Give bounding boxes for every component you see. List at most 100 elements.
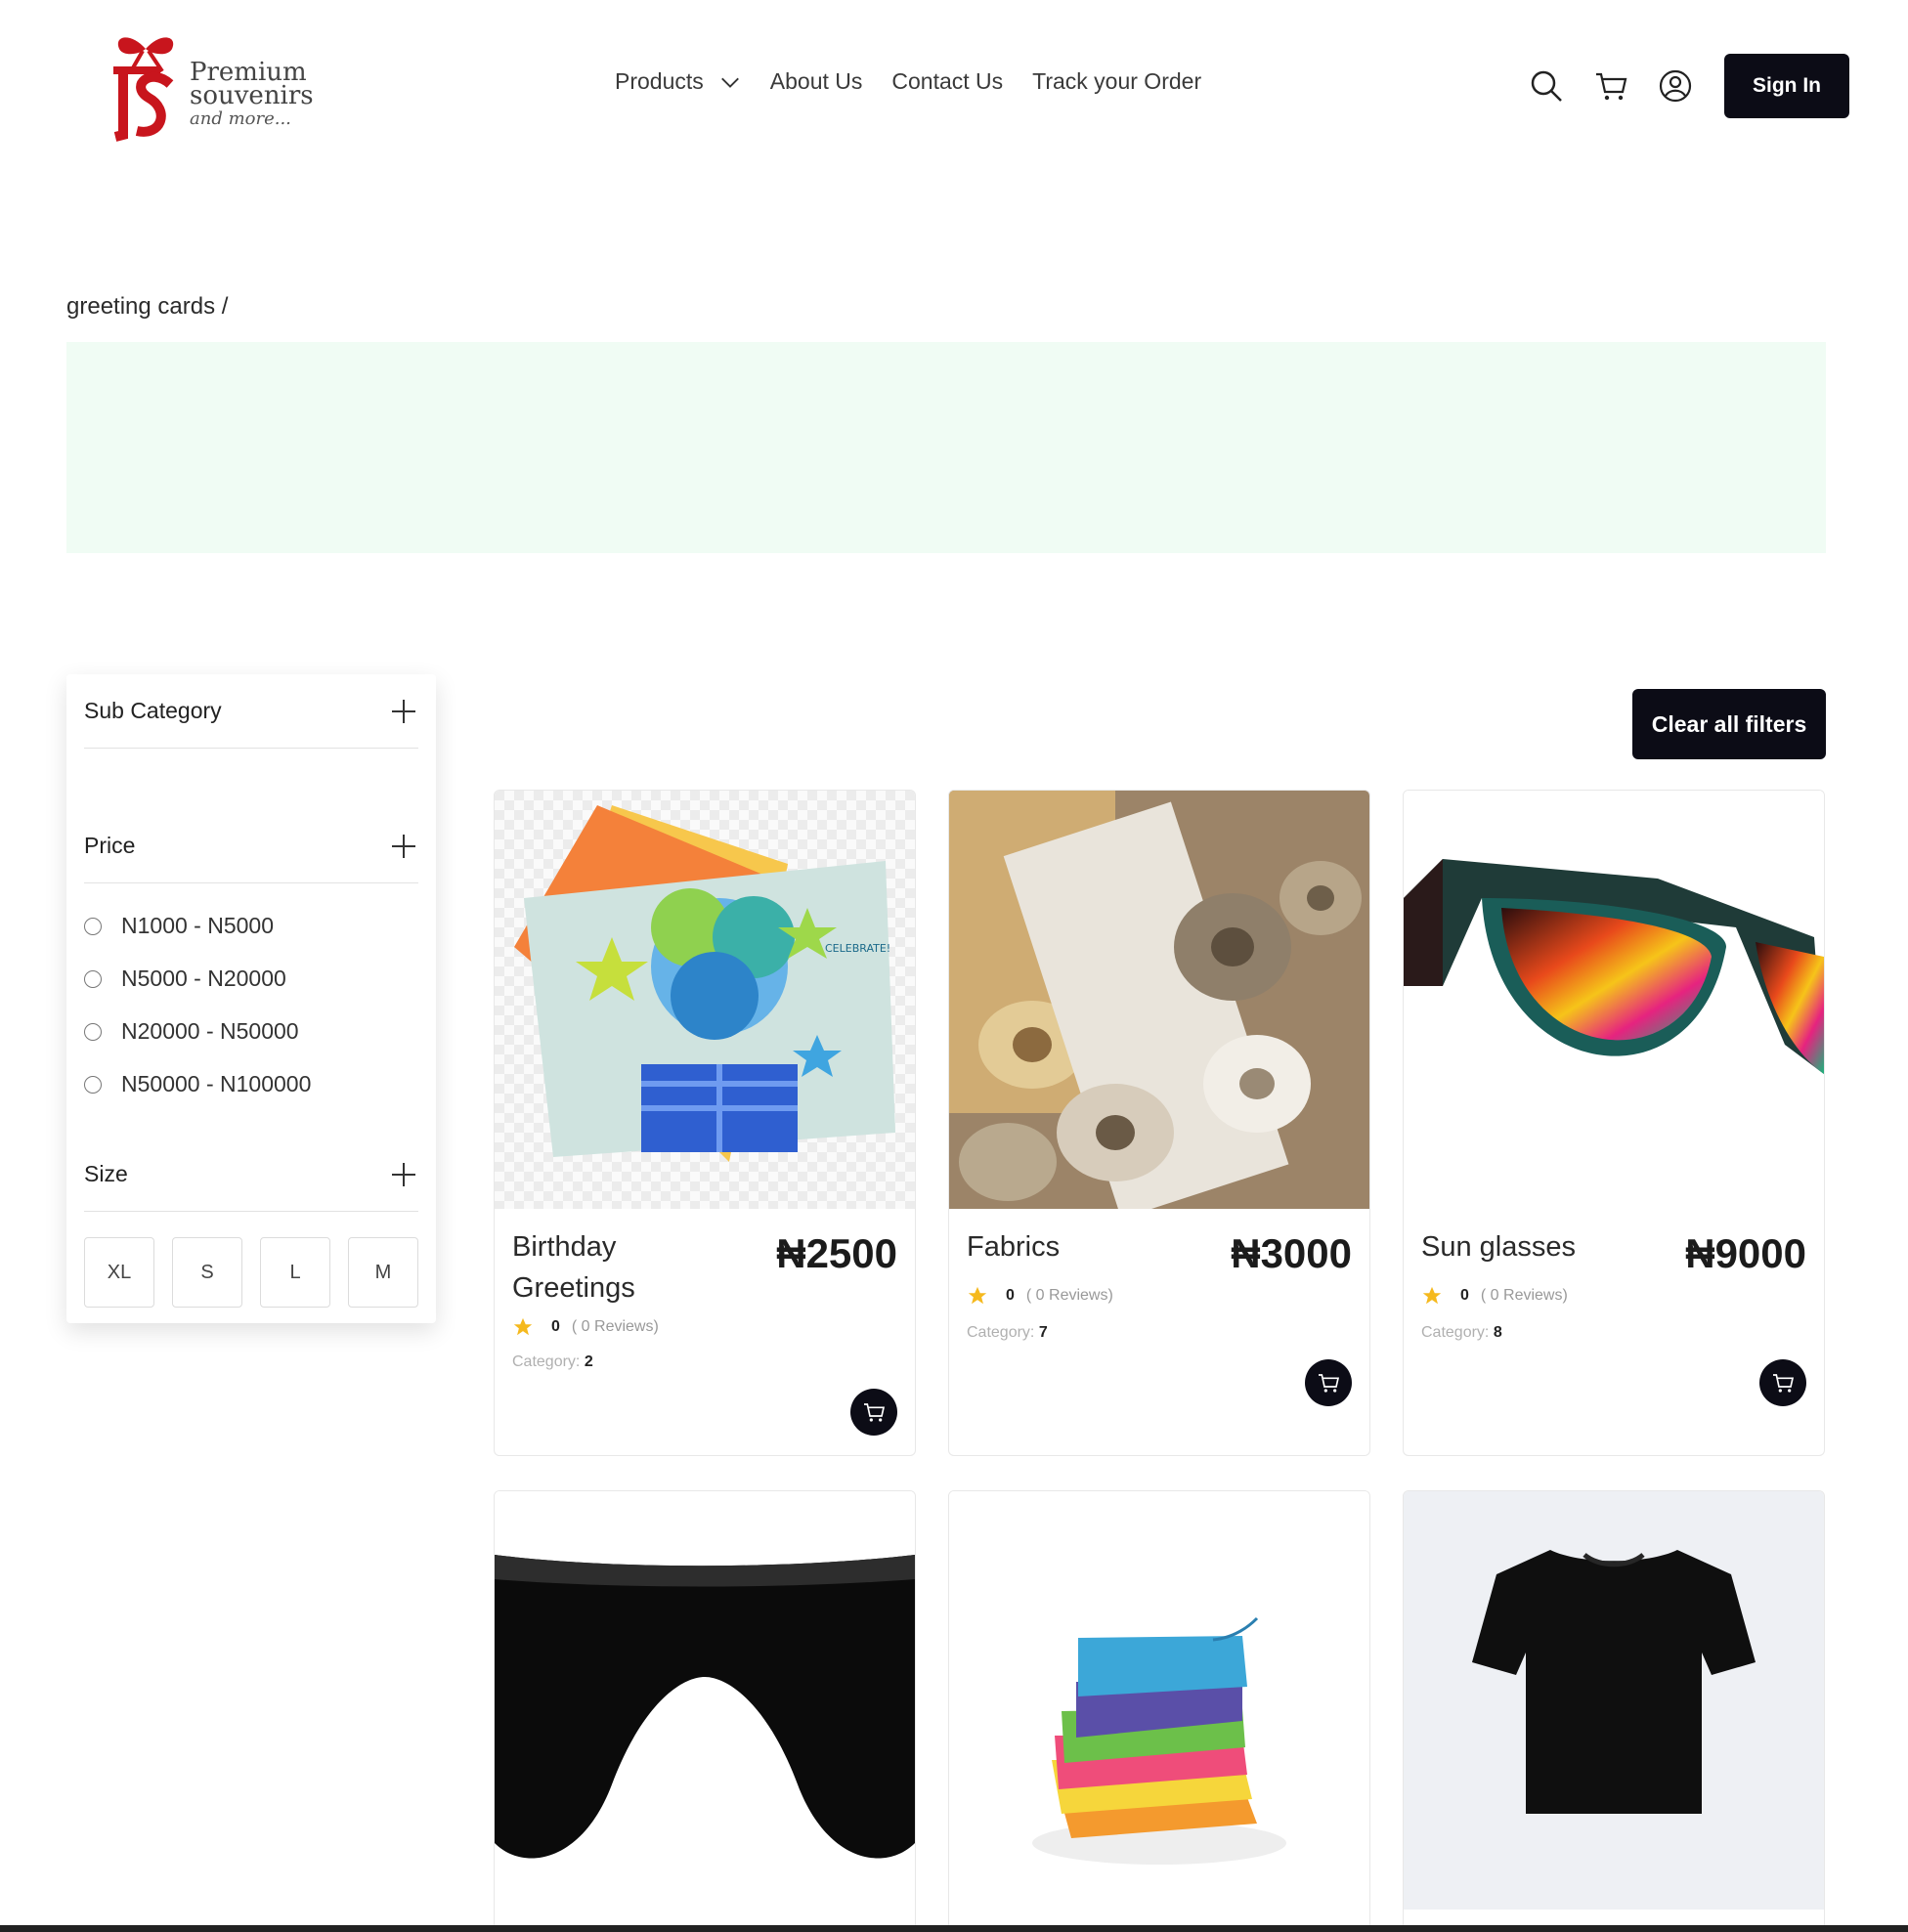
sunglasses-image — [1404, 791, 1824, 1209]
product-price: ₦3000 — [1231, 1230, 1352, 1276]
price-option-label: N1000 - N5000 — [121, 913, 274, 938]
sticky-notes-image — [949, 1491, 1369, 1910]
plus-icon[interactable] — [389, 832, 418, 861]
gift-logo-icon — [113, 37, 174, 142]
rating-value: 0 — [551, 1318, 560, 1335]
chevron-down-icon — [720, 77, 739, 88]
filter-size-header[interactable]: Size — [84, 1138, 418, 1212]
product-image[interactable]: CELEBRATE! — [495, 791, 915, 1209]
product-name[interactable]: Sun glasses — [1421, 1226, 1636, 1267]
nav-about-label: About Us — [769, 68, 863, 94]
rating-value: 0 — [1006, 1287, 1015, 1304]
filter-sidebar: Sub Category Price N1000 - N5000 N5000 -… — [66, 674, 436, 1323]
nav-item-products[interactable]: Products — [615, 68, 741, 95]
star-icon — [1422, 1286, 1442, 1305]
cart-icon — [1773, 1374, 1795, 1393]
search-icon[interactable] — [1529, 68, 1564, 104]
filter-price-label: Price — [84, 833, 136, 858]
radio-button[interactable] — [84, 969, 102, 988]
product-category: Category: 7 — [967, 1324, 1048, 1342]
user-account-icon[interactable] — [1658, 68, 1693, 104]
product-card[interactable] — [494, 1490, 916, 1932]
price-option-1[interactable]: N1000 - N5000 — [84, 913, 274, 939]
radio-button[interactable] — [84, 917, 102, 935]
plus-icon[interactable] — [389, 1160, 418, 1189]
size-option-s[interactable]: S — [172, 1237, 242, 1308]
product-image[interactable] — [495, 1491, 915, 1910]
product-category: Category: 8 — [1421, 1324, 1502, 1342]
sign-in-button[interactable]: Sign In — [1724, 54, 1849, 118]
product-name[interactable]: Birthday Greetings — [512, 1226, 727, 1309]
filter-sub-category-header[interactable]: Sub Category — [84, 674, 418, 749]
star-icon — [513, 1317, 533, 1336]
rating-value: 0 — [1460, 1287, 1469, 1304]
product-name[interactable]: Fabrics — [967, 1226, 1182, 1267]
radio-button[interactable] — [84, 1022, 102, 1041]
brand-line-3: and more... — [190, 108, 291, 129]
black-tshirt-image — [1404, 1491, 1824, 1910]
nav-item-about-us[interactable]: About Us — [770, 68, 863, 95]
category-label: Category: — [967, 1324, 1035, 1341]
price-option-4[interactable]: N50000 - N100000 — [84, 1071, 311, 1097]
greeting-card-image: CELEBRATE! — [495, 791, 915, 1209]
product-image[interactable] — [949, 1491, 1369, 1910]
product-image[interactable] — [949, 791, 1369, 1209]
category-value: 2 — [584, 1353, 593, 1370]
product-rating: 0 ( 0 Reviews) — [512, 1316, 659, 1338]
size-option-xl[interactable]: XL — [84, 1237, 154, 1308]
product-rating: 0 ( 0 Reviews) — [1421, 1285, 1568, 1307]
nav-products-label: Products — [615, 68, 704, 94]
bottom-scroll-edge — [0, 1925, 1908, 1932]
review-count: ( 0 Reviews) — [1025, 1287, 1113, 1304]
header-icons — [1529, 68, 1693, 104]
price-option-label: N50000 - N100000 — [121, 1071, 312, 1096]
plus-icon[interactable] — [389, 697, 418, 726]
product-card[interactable]: Fabrics ₦3000 0 ( 0 Reviews) Category: 7 — [948, 790, 1370, 1456]
add-to-cart-button[interactable] — [850, 1389, 897, 1436]
brand-logo[interactable]: Premium souvenirs and more... — [102, 27, 317, 145]
review-count: ( 0 Reviews) — [1480, 1287, 1568, 1304]
nav-contact-label: Contact Us — [891, 68, 1004, 94]
main-nav: Products About Us Contact Us Track your … — [615, 68, 1201, 95]
filter-price-header[interactable]: Price — [84, 809, 418, 883]
product-image[interactable] — [1404, 1491, 1824, 1910]
nav-track-label: Track your Order — [1032, 68, 1202, 94]
star-icon — [968, 1286, 987, 1305]
product-image[interactable] — [1404, 791, 1824, 1209]
cart-icon — [864, 1403, 886, 1422]
brand-line-2: souvenirs — [190, 81, 314, 110]
cart-icon — [1319, 1374, 1340, 1393]
price-option-3[interactable]: N20000 - N50000 — [84, 1018, 299, 1045]
product-price: ₦2500 — [776, 1230, 897, 1276]
product-card[interactable]: CELEBRATE! Birthday Greetings ₦2500 0 ( … — [494, 790, 916, 1456]
category-label: Category: — [512, 1353, 581, 1370]
category-value: 7 — [1038, 1324, 1048, 1341]
nav-item-track-order[interactable]: Track your Order — [1032, 68, 1201, 95]
product-price: ₦9000 — [1685, 1230, 1806, 1276]
filter-sub-category-label: Sub Category — [84, 698, 222, 723]
svg-text:CELEBRATE!: CELEBRATE! — [825, 942, 890, 955]
add-to-cart-button[interactable] — [1305, 1359, 1352, 1406]
breadcrumb: greeting cards / — [66, 293, 229, 320]
price-option-label: N20000 - N50000 — [121, 1018, 299, 1044]
clear-all-filters-button[interactable]: Clear all filters — [1632, 689, 1826, 759]
filter-size-label: Size — [84, 1161, 128, 1186]
review-count: ( 0 Reviews) — [571, 1318, 659, 1335]
product-card[interactable] — [948, 1490, 1370, 1932]
radio-button[interactable] — [84, 1075, 102, 1094]
product-card[interactable] — [1403, 1490, 1825, 1932]
size-option-m[interactable]: M — [348, 1237, 418, 1308]
product-category: Category: 2 — [512, 1353, 593, 1371]
price-option-2[interactable]: N5000 - N20000 — [84, 966, 286, 992]
product-card[interactable]: Sun glasses ₦9000 0 ( 0 Reviews) Categor… — [1403, 790, 1825, 1456]
nav-item-contact-us[interactable]: Contact Us — [891, 68, 1003, 95]
add-to-cart-button[interactable] — [1759, 1359, 1806, 1406]
fabrics-image — [949, 791, 1369, 1209]
category-value: 8 — [1493, 1324, 1502, 1341]
black-sunglasses-image — [495, 1491, 915, 1910]
size-option-l[interactable]: L — [260, 1237, 330, 1308]
product-rating: 0 ( 0 Reviews) — [967, 1285, 1113, 1307]
category-label: Category: — [1421, 1324, 1490, 1341]
cart-icon[interactable] — [1593, 68, 1628, 104]
category-banner — [66, 342, 1826, 553]
